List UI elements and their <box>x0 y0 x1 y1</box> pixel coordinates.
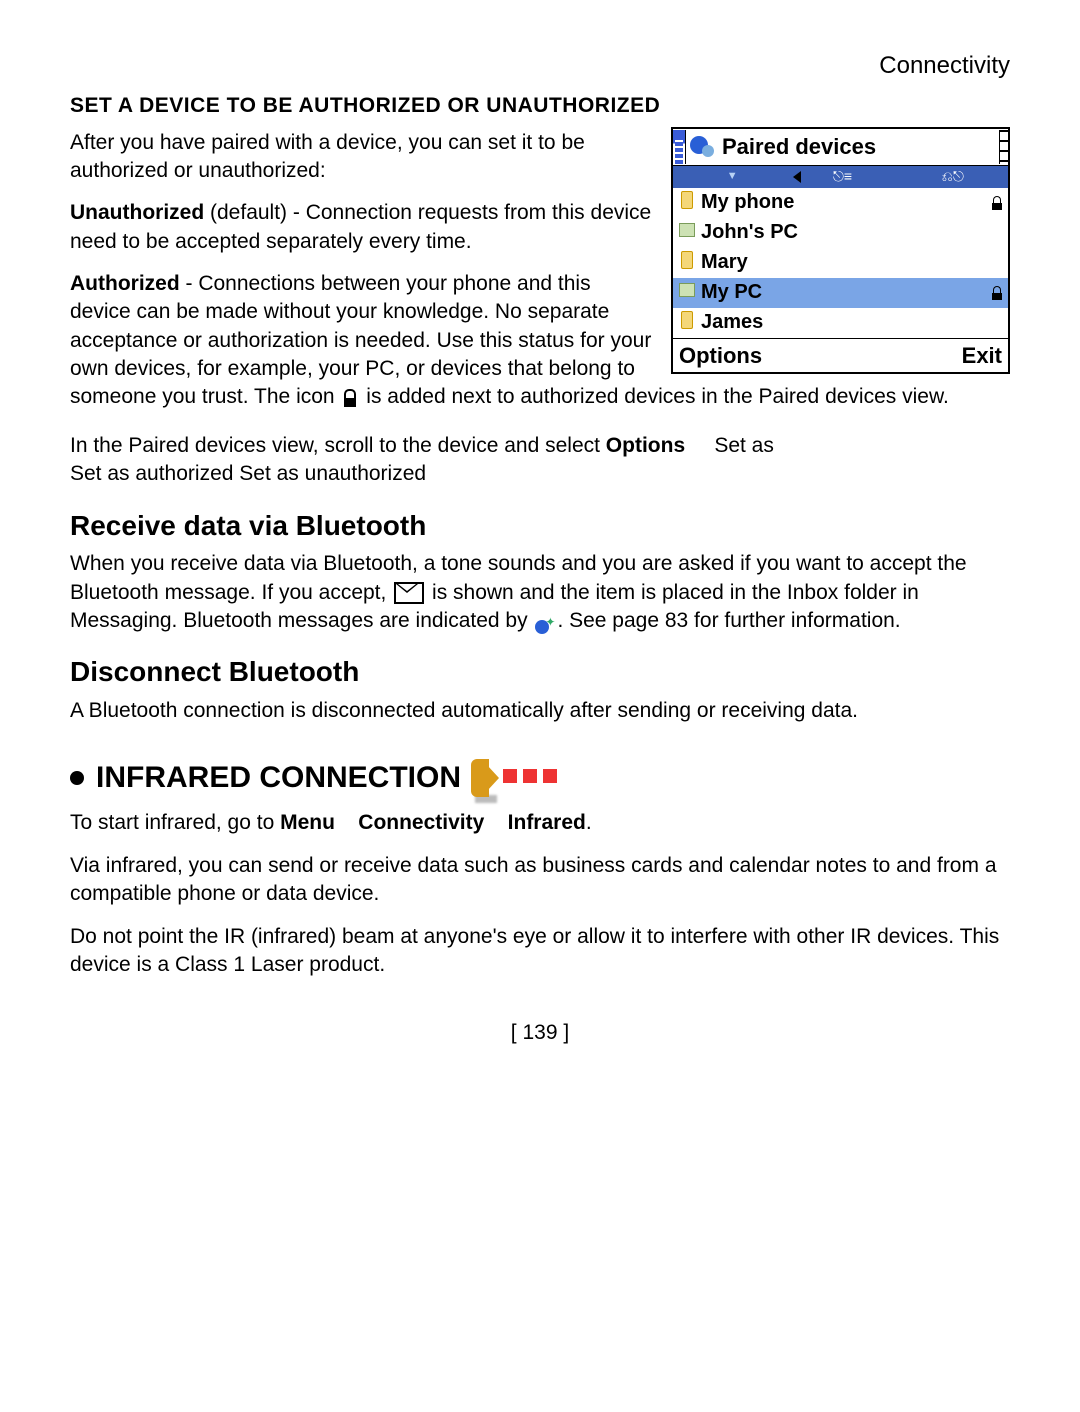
label-unauthorized: Unauthorized <box>70 201 204 224</box>
infrared-icon <box>471 753 561 803</box>
para-ir-3: Do not point the IR (infrared) beam at a… <box>70 923 1010 980</box>
lock-icon <box>342 389 358 407</box>
softkey-exit[interactable]: Exit <box>962 341 1002 371</box>
text-ir-start-a: To start infrared, go to <box>70 811 280 834</box>
text-p4c: Set as unauthorized <box>233 462 426 485</box>
heading-receive: Receive data via Bluetooth <box>70 507 1010 545</box>
device-list: My phone John's PC Mary My PC James <box>673 188 1008 338</box>
para-options-path: In the Paired devices view, scroll to th… <box>70 432 1010 489</box>
ir-connectivity: Connectivity <box>358 811 484 834</box>
device-name: Mary <box>701 249 1004 276</box>
signal-indicator-icon <box>999 130 1008 164</box>
text-p4b: Set as authorized <box>70 462 233 485</box>
para-ir-start: To start infrared, go to Menu Connectivi… <box>70 809 1010 837</box>
battery-indicator-icon <box>673 130 686 164</box>
phone-screen-title: Paired devices <box>722 132 999 162</box>
heading-authorize: SET A DEVICE TO BE AUTHORIZED OR UNAUTHO… <box>70 92 1010 120</box>
phone-titlebar: Paired devices <box>673 129 1008 166</box>
heading-infrared: INFRARED CONNECTION <box>70 753 1010 803</box>
ir-infrared: Infrared <box>508 811 586 834</box>
bullet-icon <box>70 771 84 785</box>
bluetooth-icon <box>690 133 718 161</box>
page-number: [ 139 ] <box>70 1019 1010 1047</box>
device-name: My phone <box>701 189 990 216</box>
device-row[interactable]: My PC <box>673 278 1008 308</box>
softkey-options[interactable]: Options <box>679 341 762 371</box>
page-header-section: Connectivity <box>70 50 1010 82</box>
para-receive: When you receive data via Bluetooth, a t… <box>70 550 1010 635</box>
tab-devices-icon: ⎋≡ <box>833 168 852 184</box>
lock-icon <box>990 286 1004 300</box>
envelope-icon <box>394 582 424 604</box>
device-row[interactable]: Mary <box>673 248 1008 278</box>
options-word: Options <box>606 434 685 457</box>
ir-menu: Menu <box>280 811 335 834</box>
computer-icon <box>677 283 697 303</box>
para-ir-2: Via infrared, you can send or receive da… <box>70 852 1010 909</box>
bluetooth-message-icon: ✦ <box>535 614 555 634</box>
device-name: John's PC <box>701 219 1004 246</box>
device-name: James <box>701 309 1004 336</box>
text-p4a: In the Paired devices view, scroll to th… <box>70 434 606 457</box>
device-row[interactable]: James <box>673 308 1008 338</box>
tab-right-icon: ⎌⎋ <box>898 167 1008 186</box>
paired-devices-screenshot: Paired devices ▼ ⎋≡ ⎌⎋ My phone John's PC… <box>671 127 1010 375</box>
phone-tabs: ▼ ⎋≡ ⎌⎋ <box>673 166 1008 188</box>
tab-left-icon: ▼ <box>673 169 787 184</box>
phone-icon <box>677 191 697 215</box>
text-receive-c: . See page 83 for further information. <box>557 609 900 632</box>
device-row[interactable]: John's PC <box>673 218 1008 248</box>
phone-icon <box>677 311 697 335</box>
label-authorized: Authorized <box>70 272 180 295</box>
device-row[interactable]: My phone <box>673 188 1008 218</box>
heading-disconnect: Disconnect Bluetooth <box>70 653 1010 691</box>
computer-icon <box>677 223 697 243</box>
ir-period: . <box>586 811 592 834</box>
para-disconnect: A Bluetooth connection is disconnected a… <box>70 697 1010 725</box>
text-auth-rest-b: is added next to authorized devices in t… <box>360 385 948 408</box>
device-name: My PC <box>701 279 990 306</box>
phone-icon <box>677 251 697 275</box>
heading-infrared-text: INFRARED CONNECTION <box>96 758 461 799</box>
lock-icon <box>990 196 1004 210</box>
tab-center: ⎋≡ <box>787 167 897 186</box>
text-setas: Set as <box>714 434 774 457</box>
